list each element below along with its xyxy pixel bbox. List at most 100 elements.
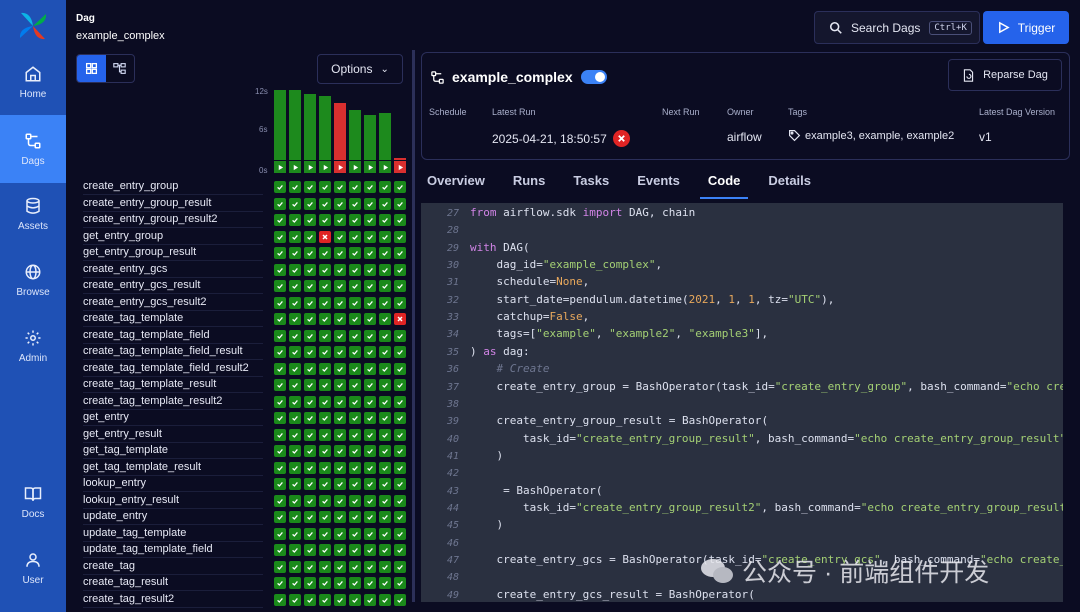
task-instance-success[interactable] xyxy=(379,544,391,556)
run-play-icon[interactable] xyxy=(379,161,391,173)
task-instance-success[interactable] xyxy=(364,544,376,556)
task-name[interactable]: create_tag_result xyxy=(83,575,263,591)
task-instance-success[interactable] xyxy=(289,494,301,507)
task-instance-success[interactable] xyxy=(304,593,316,606)
task-instance-success[interactable] xyxy=(364,197,376,210)
task-instance-success[interactable] xyxy=(289,461,301,474)
task-instance-success[interactable] xyxy=(304,379,316,391)
task-instance-success[interactable] xyxy=(379,428,391,441)
task-instance-success[interactable] xyxy=(394,494,406,507)
task-instance-success[interactable] xyxy=(289,214,301,226)
task-instance-success[interactable] xyxy=(334,494,346,507)
task-instance-failed[interactable] xyxy=(394,313,406,325)
task-instance-success[interactable] xyxy=(394,214,406,226)
sidebar-item-home[interactable]: Home xyxy=(0,49,66,115)
task-instance-success[interactable] xyxy=(394,511,406,523)
run-duration-bar[interactable] xyxy=(364,115,376,160)
pause-toggle[interactable] xyxy=(580,70,607,84)
task-instance-success[interactable] xyxy=(334,593,346,606)
task-instance-failed[interactable] xyxy=(319,230,331,243)
task-instance-success[interactable] xyxy=(289,412,301,424)
task-instance-success[interactable] xyxy=(304,494,316,507)
task-instance-success[interactable] xyxy=(379,197,391,210)
task-instance-success[interactable] xyxy=(289,527,301,540)
task-instance-success[interactable] xyxy=(319,280,331,292)
task-instance-success[interactable] xyxy=(349,527,361,540)
task-instance-success[interactable] xyxy=(274,197,286,210)
task-instance-success[interactable] xyxy=(334,329,346,342)
task-instance-success[interactable] xyxy=(364,395,376,408)
task-name[interactable]: create_entry_group xyxy=(83,179,263,195)
task-instance-success[interactable] xyxy=(304,412,316,424)
task-instance-success[interactable] xyxy=(334,214,346,226)
task-instance-success[interactable] xyxy=(274,214,286,226)
task-instance-success[interactable] xyxy=(349,511,361,523)
task-name[interactable]: get_entry xyxy=(83,410,263,426)
task-name[interactable]: lookup_entry_result xyxy=(83,493,263,509)
task-instance-success[interactable] xyxy=(289,181,301,193)
task-instance-success[interactable] xyxy=(349,362,361,375)
task-instance-success[interactable] xyxy=(289,296,301,309)
task-instance-success[interactable] xyxy=(319,428,331,441)
task-instance-success[interactable] xyxy=(304,478,316,490)
task-instance-success[interactable] xyxy=(349,263,361,276)
task-instance-success[interactable] xyxy=(289,329,301,342)
task-instance-success[interactable] xyxy=(274,247,286,259)
latest-run-value[interactable]: 2025-04-21, 18:50:57 xyxy=(492,130,630,147)
task-instance-success[interactable] xyxy=(319,346,331,358)
task-instance-success[interactable] xyxy=(274,395,286,408)
task-instance-success[interactable] xyxy=(304,263,316,276)
task-instance-success[interactable] xyxy=(379,527,391,540)
task-instance-success[interactable] xyxy=(334,346,346,358)
task-instance-success[interactable] xyxy=(334,461,346,474)
task-instance-success[interactable] xyxy=(274,346,286,358)
task-instance-success[interactable] xyxy=(364,593,376,606)
task-instance-success[interactable] xyxy=(319,511,331,523)
task-instance-success[interactable] xyxy=(304,247,316,259)
run-duration-bar[interactable] xyxy=(394,158,406,160)
run-duration-bar[interactable] xyxy=(304,94,316,160)
task-instance-success[interactable] xyxy=(364,511,376,523)
pane-resize-handle[interactable] xyxy=(412,50,415,602)
task-instance-success[interactable] xyxy=(364,181,376,193)
run-duration-bar[interactable] xyxy=(319,96,331,160)
task-instance-success[interactable] xyxy=(379,445,391,457)
task-instance-success[interactable] xyxy=(379,280,391,292)
task-instance-success[interactable] xyxy=(319,494,331,507)
task-name[interactable]: create_entry_group_result2 xyxy=(83,212,263,228)
task-instance-success[interactable] xyxy=(274,362,286,375)
task-instance-success[interactable] xyxy=(379,412,391,424)
task-instance-success[interactable] xyxy=(349,329,361,342)
task-instance-success[interactable] xyxy=(334,428,346,441)
task-instance-success[interactable] xyxy=(274,296,286,309)
task-instance-success[interactable] xyxy=(334,181,346,193)
sidebar-item-admin[interactable]: Admin xyxy=(0,313,66,379)
task-instance-success[interactable] xyxy=(379,494,391,507)
task-instance-success[interactable] xyxy=(364,527,376,540)
task-instance-success[interactable] xyxy=(304,214,316,226)
task-instance-success[interactable] xyxy=(394,247,406,259)
task-instance-success[interactable] xyxy=(319,527,331,540)
task-name[interactable]: create_entry_group_result xyxy=(83,196,263,212)
task-instance-success[interactable] xyxy=(304,577,316,589)
task-instance-success[interactable] xyxy=(379,346,391,358)
run-duration-bar[interactable] xyxy=(334,103,346,160)
task-instance-success[interactable] xyxy=(289,395,301,408)
task-instance-success[interactable] xyxy=(304,445,316,457)
airflow-logo-icon[interactable] xyxy=(17,10,49,42)
task-instance-success[interactable] xyxy=(304,230,316,243)
task-instance-success[interactable] xyxy=(379,214,391,226)
task-instance-success[interactable] xyxy=(319,329,331,342)
task-name[interactable]: get_tag_template_result xyxy=(83,460,263,476)
task-instance-success[interactable] xyxy=(304,362,316,375)
task-instance-success[interactable] xyxy=(334,527,346,540)
task-instance-success[interactable] xyxy=(334,445,346,457)
sidebar-item-docs[interactable]: Docs xyxy=(0,469,66,535)
task-instance-success[interactable] xyxy=(289,197,301,210)
tab-overview[interactable]: Overview xyxy=(427,166,485,196)
task-instance-success[interactable] xyxy=(304,181,316,193)
task-instance-success[interactable] xyxy=(364,214,376,226)
run-duration-bar[interactable] xyxy=(379,113,391,160)
task-instance-success[interactable] xyxy=(289,379,301,391)
task-instance-success[interactable] xyxy=(349,280,361,292)
